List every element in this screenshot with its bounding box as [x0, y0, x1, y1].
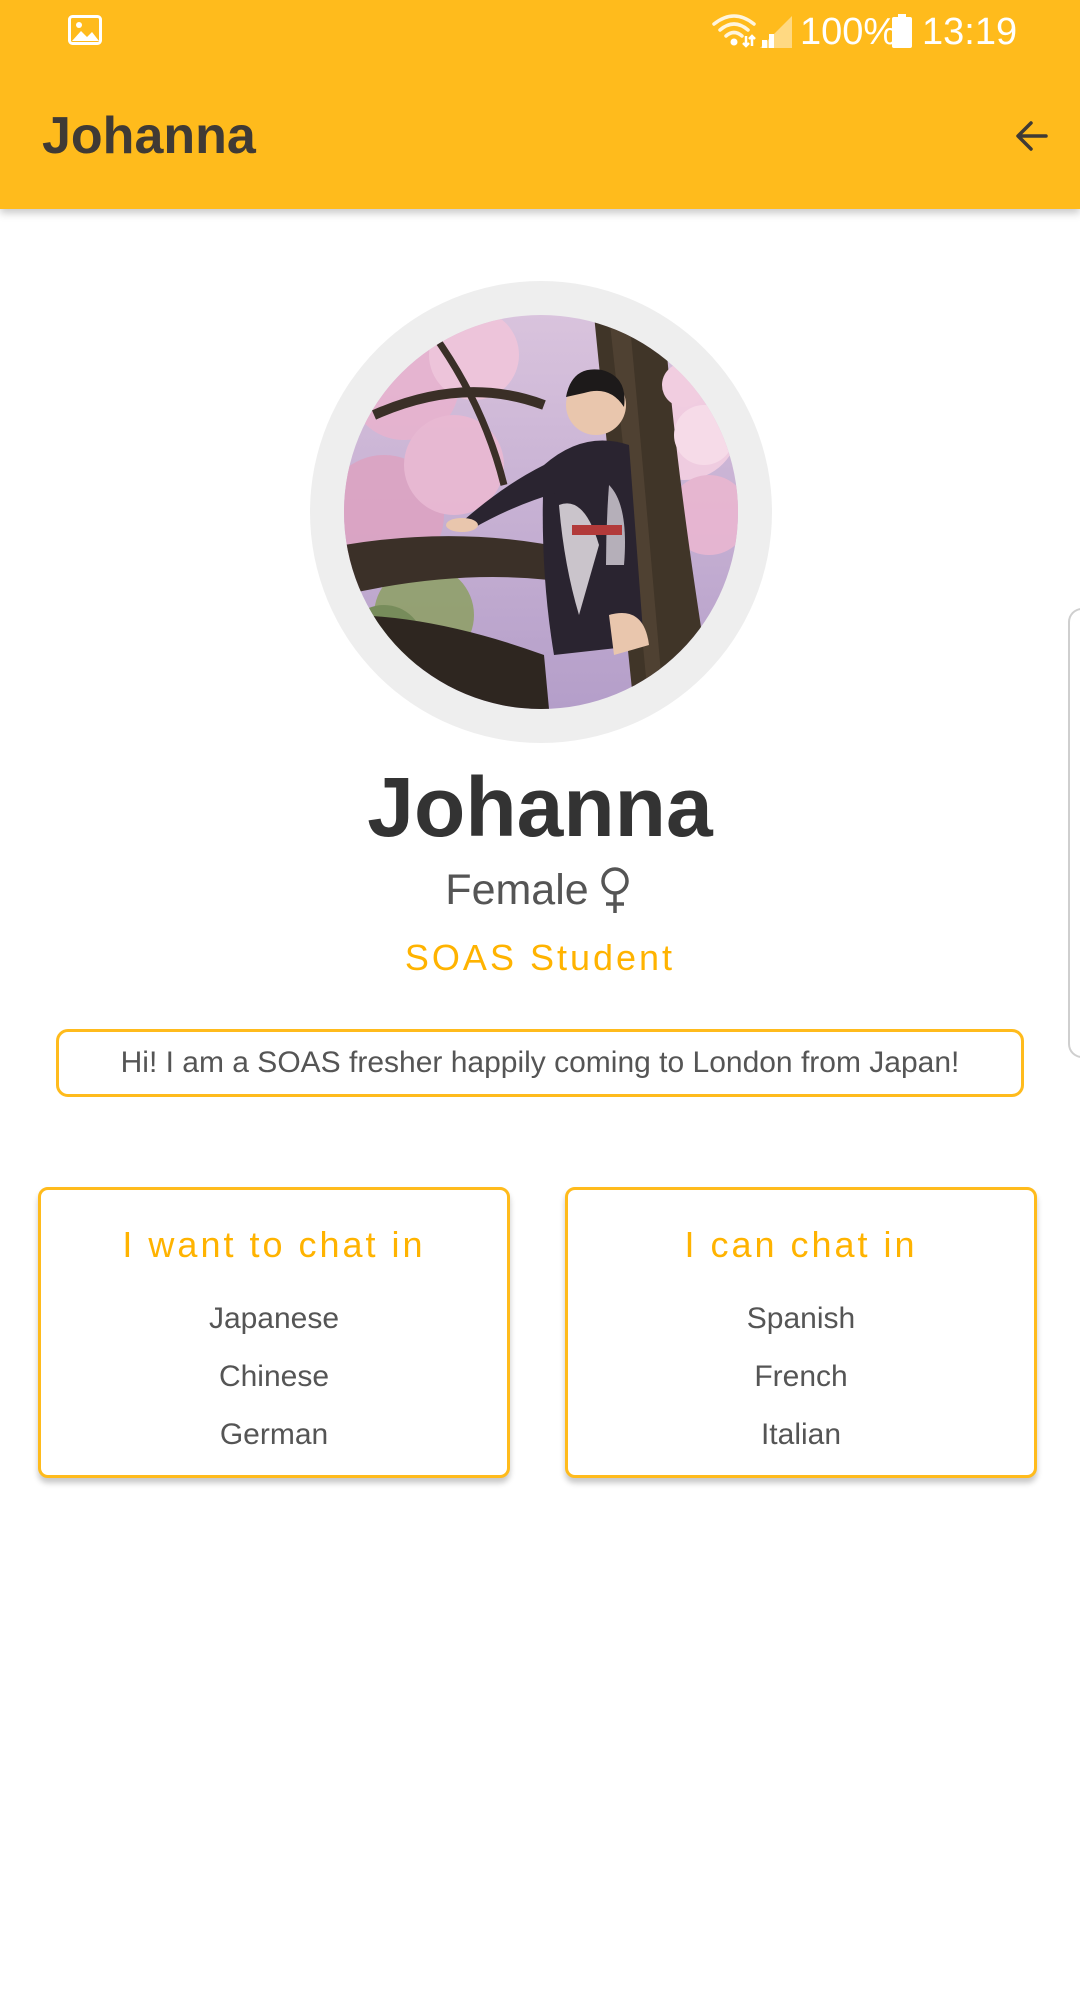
language-item: German: [219, 1418, 329, 1451]
app-bar: 100% 13:19 Johanna: [0, 0, 1080, 209]
battery-icon: [892, 14, 912, 48]
profile-name: Johanna: [367, 760, 713, 854]
avatar[interactable]: [344, 315, 738, 709]
gender-label: Female: [445, 866, 589, 914]
language-item: Spanish: [746, 1302, 856, 1335]
signal-icon: [760, 16, 792, 48]
language-item: Italian: [760, 1418, 842, 1451]
want-language-list: Japanese Chinese German: [41, 1290, 507, 1464]
can-language-list: Spanish French Italian: [568, 1290, 1034, 1464]
arrow-left-icon: [1016, 121, 1048, 151]
edge-panel-handle[interactable]: [1068, 608, 1080, 1058]
app-bar-title: Johanna: [42, 107, 256, 165]
status-clock: 13:19: [922, 11, 1018, 53]
female-symbol-icon: [600, 867, 629, 913]
avatar-photo: [344, 315, 738, 709]
wifi-icon: [712, 14, 756, 48]
want-to-chat-title: I want to chat in: [122, 1224, 426, 1265]
bio-text: Hi! I am a SOAS fresher happily coming t…: [120, 1046, 960, 1079]
battery-percent: 100%: [800, 11, 898, 53]
language-item: Japanese: [208, 1302, 340, 1335]
back-button[interactable]: [1000, 108, 1064, 164]
gallery-icon: [68, 15, 102, 45]
bio-box: Hi! I am a SOAS fresher happily coming t…: [56, 1029, 1024, 1097]
profile-screen: 100% 13:19 Johanna Johanna Female SOAS S…: [0, 0, 1080, 2005]
can-chat-card: I can chat in Spanish French Italian: [565, 1187, 1037, 1478]
language-item: Chinese: [218, 1360, 330, 1393]
language-item: French: [754, 1360, 848, 1393]
status-bar: 100% 13:19: [0, 0, 1080, 64]
want-to-chat-card: I want to chat in Japanese Chinese Germa…: [38, 1187, 510, 1478]
gender-row: Female: [0, 862, 1080, 918]
role-label: SOAS Student: [404, 937, 676, 978]
can-chat-title: I can chat in: [684, 1224, 918, 1265]
